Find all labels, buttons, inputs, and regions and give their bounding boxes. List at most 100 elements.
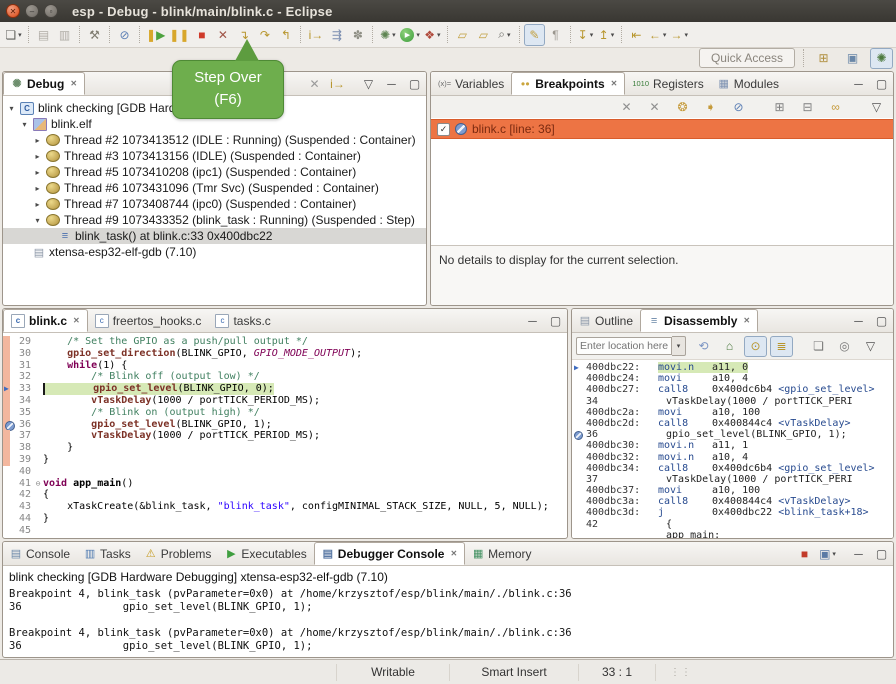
remove-selected-breakpoints-icon[interactable]: ✕ bbox=[615, 97, 638, 118]
instruction-stepping-button[interactable]: i→ bbox=[305, 24, 326, 46]
code-line[interactable]: 39} bbox=[3, 454, 567, 466]
expand-all-icon[interactable]: ⊞ bbox=[768, 97, 791, 118]
new-wizard-button[interactable]: ❏▾ bbox=[3, 24, 24, 46]
view-menu-icon[interactable]: ▽ bbox=[865, 97, 888, 118]
disassembly-row[interactable]: 400dbc34:call80x400dc6b4 <gpio_set_level… bbox=[572, 463, 893, 474]
suspend-button[interactable]: ❚❚ bbox=[167, 24, 191, 46]
collapse-all-icon[interactable]: ⊟ bbox=[796, 97, 819, 118]
disassembly-row[interactable]: 400dbc30:movi.na11, 1 bbox=[572, 440, 893, 451]
code-line[interactable]: 38 } bbox=[3, 442, 567, 454]
debug-tree-item[interactable]: ≡blink_task() at blink.c:33 0x400dbc22 bbox=[3, 228, 426, 244]
last-edit-location-button[interactable]: ⇤ bbox=[626, 24, 647, 46]
hide-debug-elements-button[interactable]: ✽ bbox=[347, 24, 368, 46]
close-tab-icon[interactable]: ✕ bbox=[70, 79, 77, 88]
debug-tree-item[interactable]: ▤xtensa-esp32-elf-gdb (7.10) bbox=[3, 244, 426, 260]
disassembly-row[interactable]: app_main: bbox=[572, 530, 893, 539]
editor-gutter[interactable]: 41⊖ bbox=[3, 478, 43, 490]
disassembly-row[interactable]: 400dbc2a:movia10, 100 bbox=[572, 407, 893, 418]
next-annotation-button[interactable]: ↧▾ bbox=[575, 24, 596, 46]
close-tab-icon[interactable]: ✕ bbox=[743, 316, 750, 325]
expander-icon[interactable]: ▸ bbox=[33, 184, 42, 193]
code-line[interactable]: 33▶ gpio_set_level(BLINK_GPIO, 0); bbox=[3, 383, 567, 395]
editor-gutter[interactable]: 33 bbox=[3, 383, 43, 395]
step-return-button[interactable]: ↰ bbox=[275, 24, 296, 46]
location-dropdown-icon[interactable]: ▾ bbox=[672, 336, 686, 356]
minimize-icon[interactable]: ─ bbox=[847, 73, 870, 94]
tab-console[interactable]: ▤Console bbox=[3, 542, 77, 565]
tab-breakpoints[interactable]: ●●Breakpoints✕ bbox=[511, 72, 625, 95]
breakpoint-row[interactable]: ✓ blink.c [line: 36] bbox=[431, 119, 893, 139]
disassembly-row[interactable]: 34vTaskDelay(1000 / portTICK_PERI bbox=[572, 396, 893, 407]
disassembly-row[interactable]: 42{ bbox=[572, 519, 893, 530]
forward-button[interactable]: →▾ bbox=[668, 24, 690, 46]
display-selected-console-icon[interactable]: ▣▾ bbox=[816, 543, 839, 564]
debug-tree-item[interactable]: ▸Thread #3 1073413156 (IDLE) (Suspended … bbox=[3, 148, 426, 164]
tab-tasks-c[interactable]: ctasks.c bbox=[208, 309, 277, 332]
minimize-icon[interactable]: ─ bbox=[521, 310, 544, 331]
editor-gutter[interactable]: 44 bbox=[3, 513, 43, 525]
editor-gutter[interactable]: 35 bbox=[3, 407, 43, 419]
disassembly-row[interactable]: 400dbc2d:call80x400844c4 <vTaskDelay> bbox=[572, 418, 893, 429]
quick-access[interactable]: Quick Access bbox=[699, 48, 795, 68]
tab-executables[interactable]: ▶Executables bbox=[218, 542, 313, 565]
code-line[interactable]: 37 vTaskDelay(1000 / portTICK_PERIOD_MS)… bbox=[3, 430, 567, 442]
tab-registers[interactable]: 1010Registers bbox=[625, 72, 710, 95]
save-all-button[interactable]: ▥ bbox=[54, 24, 75, 46]
tab-debugger-console[interactable]: ▤Debugger Console✕ bbox=[314, 542, 465, 565]
run-button[interactable]: ▶▾ bbox=[398, 24, 422, 46]
view-menu-icon[interactable]: ▽ bbox=[357, 73, 380, 94]
minimize-icon[interactable]: ─ bbox=[847, 310, 870, 331]
search-button[interactable]: ⌕▾ bbox=[494, 24, 515, 46]
back-button[interactable]: ←▾ bbox=[647, 24, 669, 46]
disassembly-row[interactable]: ▶400dbc22:movi.na11, 0 bbox=[572, 362, 893, 373]
disassembly-row[interactable]: 400dbc27:call80x400dc6b4 <gpio_set_level… bbox=[572, 384, 893, 395]
resume-button[interactable]: ❚▶ bbox=[144, 24, 167, 46]
code-line[interactable]: 34 vTaskDelay(1000 / portTICK_PERIOD_MS)… bbox=[3, 395, 567, 407]
tab-problems[interactable]: ⚠Problems bbox=[138, 542, 219, 565]
link-with-debug-view-icon[interactable]: ∞ bbox=[824, 97, 847, 118]
tab-disassembly[interactable]: ≡Disassembly✕ bbox=[640, 309, 758, 332]
debug-tree-item[interactable]: ▸Thread #2 1073413512 (IDLE : Running) (… bbox=[3, 132, 426, 148]
code-line[interactable]: 45 bbox=[3, 525, 567, 537]
close-tab-icon[interactable]: ✕ bbox=[611, 79, 618, 88]
editor-gutter[interactable]: 40 bbox=[3, 466, 43, 478]
go-to-file-for-breakpoint-icon[interactable]: ➧ bbox=[699, 97, 722, 118]
open-perspective-button[interactable]: ⊞ bbox=[812, 48, 835, 69]
code-line[interactable]: 35 /* Blink on (output high) */ bbox=[3, 407, 567, 419]
skip-all-breakpoints-icon[interactable]: ⊘ bbox=[727, 97, 750, 118]
tab-variables[interactable]: (x)=Variables bbox=[431, 72, 511, 95]
expander-icon[interactable]: ▾ bbox=[7, 104, 16, 113]
disassembly-row[interactable]: 400dbc3a:call80x400844c4 <vTaskDelay> bbox=[572, 496, 893, 507]
debug-tree-item[interactable]: ▸Thread #6 1073431096 (Tmr Svc) (Suspend… bbox=[3, 180, 426, 196]
fold-marker-icon[interactable]: ⊖ bbox=[33, 478, 43, 490]
editor-gutter[interactable]: 45 bbox=[3, 525, 43, 537]
skip-all-breakpoints-button[interactable]: ⊘ bbox=[114, 24, 135, 46]
debug-perspective-button[interactable]: ✺ bbox=[870, 48, 893, 69]
minimize-icon[interactable]: ─ bbox=[380, 73, 403, 94]
terminate-button[interactable]: ■ bbox=[191, 24, 212, 46]
previous-annotation-button[interactable]: ↥▾ bbox=[596, 24, 617, 46]
expander-icon[interactable]: ▾ bbox=[20, 120, 29, 129]
code-line[interactable]: 36 gpio_set_level(BLINK_GPIO, 1); bbox=[3, 419, 567, 431]
tab-outline[interactable]: ▤Outline bbox=[572, 309, 640, 332]
minimize-button[interactable]: – bbox=[25, 4, 39, 18]
remove-all-terminated-icon[interactable]: ✕ bbox=[303, 73, 326, 94]
build-button[interactable]: ⚒ bbox=[84, 24, 105, 46]
terminate-console-icon[interactable]: ■ bbox=[793, 543, 816, 564]
code-line[interactable]: 31 while(1) { bbox=[3, 360, 567, 372]
debug-button[interactable]: ✺▾ bbox=[377, 24, 398, 46]
maximize-icon[interactable]: ▢ bbox=[870, 543, 893, 564]
tab-debug[interactable]: ✺Debug✕ bbox=[3, 72, 85, 95]
location-input[interactable] bbox=[576, 337, 672, 355]
home-icon[interactable]: ⌂ bbox=[718, 336, 741, 357]
view-menu-icon[interactable]: ▽ bbox=[859, 336, 882, 357]
expander-icon[interactable]: ▸ bbox=[33, 136, 42, 145]
editor-gutter[interactable]: 37 bbox=[3, 430, 43, 442]
code-line[interactable]: 44} bbox=[3, 513, 567, 525]
expander-icon[interactable]: ▸ bbox=[33, 200, 42, 209]
disassembly-row[interactable]: 400dbc3d:j0x400dbc22 <blink_task+18> bbox=[572, 507, 893, 518]
close-tab-icon[interactable]: ✕ bbox=[73, 316, 80, 325]
editor-gutter[interactable]: 34 bbox=[3, 395, 43, 407]
open-resource-button[interactable]: ▱ bbox=[473, 24, 494, 46]
sync-with-pc-icon[interactable]: ⊙ bbox=[744, 336, 767, 357]
